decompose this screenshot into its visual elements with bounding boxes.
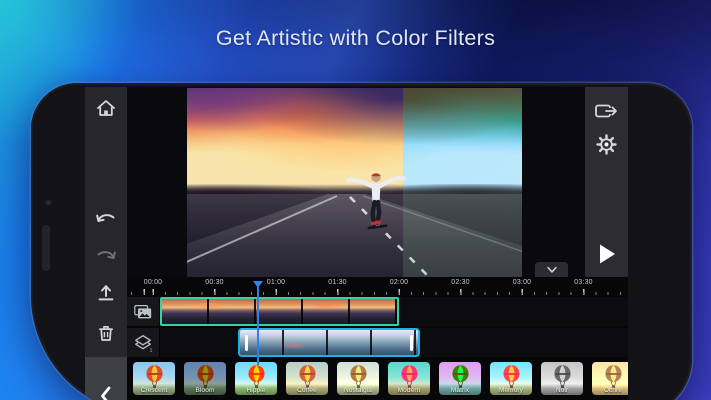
ruler-timestamp: 03:30 <box>574 279 593 286</box>
filter-preset-label: Matrix <box>450 387 470 394</box>
ruler-timestamp: 03:00 <box>512 279 532 286</box>
media-frame-icon <box>134 304 152 318</box>
redo-icon <box>97 251 116 259</box>
banner-title: Get Artistic with Color Filters <box>215 26 496 50</box>
filter-preset-thumbnail[interactable]: Nostalgia <box>337 362 379 395</box>
video-preview-area <box>127 87 585 277</box>
ruler-timestamp: 01:30 <box>328 279 347 286</box>
filter-preset-thumbnail[interactable]: Crescent <box>133 362 175 395</box>
filter-preset-thumbnail[interactable]: Matrix <box>439 362 481 395</box>
export-project-button[interactable] <box>85 275 127 309</box>
undo-button[interactable] <box>85 201 127 235</box>
color-filter-overlay <box>403 88 522 277</box>
filter-preset-label: Hippie <box>246 387 266 394</box>
ruler-minor-ticks <box>127 292 628 295</box>
promo-screenshot: Get Artistic with Color Filters 00:00 00… <box>0 0 711 400</box>
ruler-timestamp: 02:30 <box>451 279 470 286</box>
chevron-down-icon <box>546 266 557 273</box>
phone-mockup: 00:00 00:30 01:00 01:30 02:00 02:30 03:0… <box>31 83 692 400</box>
filter-preset-strip: Crescent Bloom Hippie Coffee Nostalgia M… <box>127 358 628 400</box>
filter-preset-thumbnail[interactable]: Hippie <box>235 362 277 395</box>
filter-preset-label: Noir <box>555 387 569 394</box>
video-clip-selected[interactable] <box>160 297 399 326</box>
filter-preset-thumbnail[interactable]: Bloom <box>184 362 226 395</box>
filter-preset-label: Modern <box>397 387 421 394</box>
overlay-track: 1 <box>127 328 628 357</box>
video-track-header[interactable] <box>127 297 160 326</box>
play-icon <box>599 244 615 264</box>
svg-text:1: 1 <box>150 348 153 353</box>
ruler-timestamp: 00:00 <box>143 279 163 286</box>
playhead-cap <box>253 281 263 288</box>
undo-icon <box>96 214 115 222</box>
filter-preset-thumbnail[interactable]: Coffee <box>286 362 328 395</box>
play-button[interactable] <box>585 237 628 271</box>
ruler-timestamp: 00:30 <box>205 279 224 286</box>
filter-preset-thumbnail[interactable]: Ochre <box>592 362 628 395</box>
ruler-timestamp: 01:00 <box>266 279 286 286</box>
timeline-ruler[interactable]: 00:00 00:30 01:00 01:30 02:00 02:30 03:0… <box>127 277 628 296</box>
front-camera-dot <box>45 199 52 206</box>
ruler-timestamp: 02:00 <box>389 279 409 286</box>
layers-icon: 1 <box>135 334 153 353</box>
collapse-panel-button[interactable] <box>535 262 568 277</box>
trash-icon <box>98 326 114 341</box>
skateboarder <box>345 172 407 230</box>
filter-preset-thumbnail[interactable]: Modern <box>388 362 430 395</box>
filter-preset-label: Memory <box>498 387 524 394</box>
gear-icon <box>596 133 617 155</box>
banner: Get Artistic with Color Filters <box>0 0 711 83</box>
back-button[interactable] <box>85 357 127 400</box>
filter-preset-thumbnail[interactable]: Memory <box>490 362 532 395</box>
home-button[interactable] <box>85 91 127 125</box>
filter-preset-label: Bloom <box>195 387 215 394</box>
home-icon <box>97 100 115 116</box>
settings-button[interactable] <box>585 127 628 161</box>
timeline: 00:00 00:30 01:00 01:30 02:00 02:30 03:0… <box>127 277 628 365</box>
filter-preset-thumbnail[interactable]: Noir <box>541 362 583 395</box>
filter-preset-label: Ochre <box>603 387 623 394</box>
overlay-track-header[interactable]: 1 <box>127 328 160 357</box>
trim-handle-right[interactable] <box>410 334 413 351</box>
delete-button[interactable] <box>85 316 127 350</box>
video-track <box>127 297 628 326</box>
speaker-grille <box>42 225 50 271</box>
export-icon <box>595 104 617 118</box>
trim-handle-left[interactable] <box>245 334 248 351</box>
produce-export-button[interactable] <box>585 94 628 128</box>
right-toolbar <box>585 87 628 277</box>
chevron-left-icon <box>101 386 111 400</box>
filter-preset-label: Crescent <box>140 387 168 394</box>
filter-preset-label: Coffee <box>297 387 317 394</box>
left-toolbar <box>85 87 127 357</box>
redo-button[interactable] <box>85 238 127 272</box>
video-frame <box>187 88 522 277</box>
upload-icon <box>98 284 114 300</box>
playhead[interactable] <box>253 281 263 365</box>
filter-clip-selected[interactable] <box>238 328 420 357</box>
filter-preset-label: Nostalgia <box>344 387 372 394</box>
video-editor-screen: 00:00 00:30 01:00 01:30 02:00 02:30 03:0… <box>85 87 628 400</box>
